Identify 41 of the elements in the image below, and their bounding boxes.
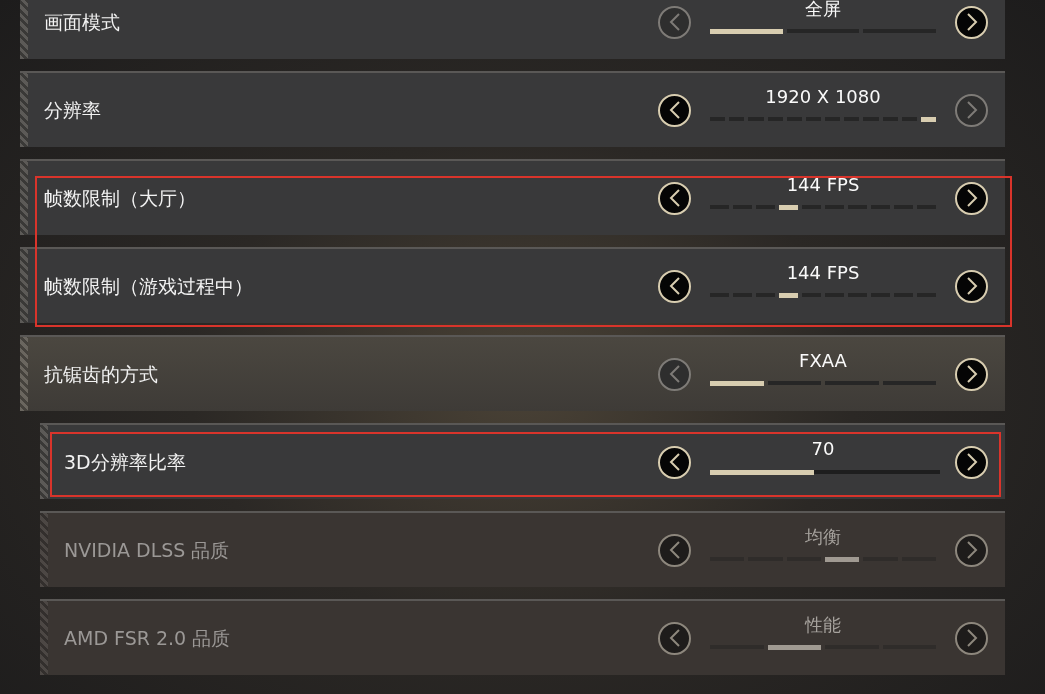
setting-label: 分辨率 (44, 97, 101, 123)
chevron-left-icon (668, 541, 681, 559)
setting-value: 1920 X 1080 (765, 85, 881, 108)
chevron-right-icon (965, 365, 978, 383)
previous-button[interactable] (658, 445, 691, 479)
setting-value: 全屏 (805, 0, 841, 20)
chevron-right-icon (965, 629, 978, 647)
next-button[interactable] (955, 181, 988, 215)
setting-value: 144 FPS (786, 173, 860, 196)
chevron-right-icon (965, 13, 978, 31)
setting-value: 144 FPS (786, 261, 860, 284)
setting-label: 画面模式 (44, 9, 120, 35)
next-button[interactable] (955, 357, 988, 391)
next-button[interactable] (955, 269, 988, 303)
chevron-right-icon (965, 277, 978, 295)
setting-label: 帧数限制（大厅） (44, 185, 196, 211)
chevron-right-icon (965, 189, 978, 207)
setting-value: 均衡 (805, 525, 841, 548)
setting-value: 性能 (805, 613, 841, 636)
setting-value: 70 (811, 438, 835, 460)
chevron-left-icon (668, 365, 681, 383)
previous-button[interactable] (658, 269, 691, 303)
chevron-right-icon (965, 101, 978, 119)
next-button[interactable] (955, 445, 988, 479)
chevron-left-icon (668, 13, 681, 31)
setting-label: NVIDIA DLSS 品质 (64, 537, 230, 563)
previous-button[interactable] (658, 93, 691, 127)
setting-label: 抗锯齿的方式 (44, 361, 158, 387)
chevron-left-icon (668, 101, 681, 119)
chevron-right-icon (965, 541, 978, 559)
chevron-left-icon (668, 277, 681, 295)
previous-button[interactable] (658, 181, 691, 215)
chevron-right-icon (965, 453, 978, 471)
setting-value: FXAA (799, 349, 847, 372)
chevron-left-icon (668, 189, 681, 207)
chevron-left-icon (668, 629, 681, 647)
chevron-left-icon (668, 453, 681, 471)
setting-label: 3D分辨率比率 (64, 449, 186, 475)
next-button[interactable] (955, 5, 988, 39)
setting-label: AMD FSR 2.0 品质 (64, 625, 231, 651)
setting-label: 帧数限制（游戏过程中） (44, 273, 253, 299)
